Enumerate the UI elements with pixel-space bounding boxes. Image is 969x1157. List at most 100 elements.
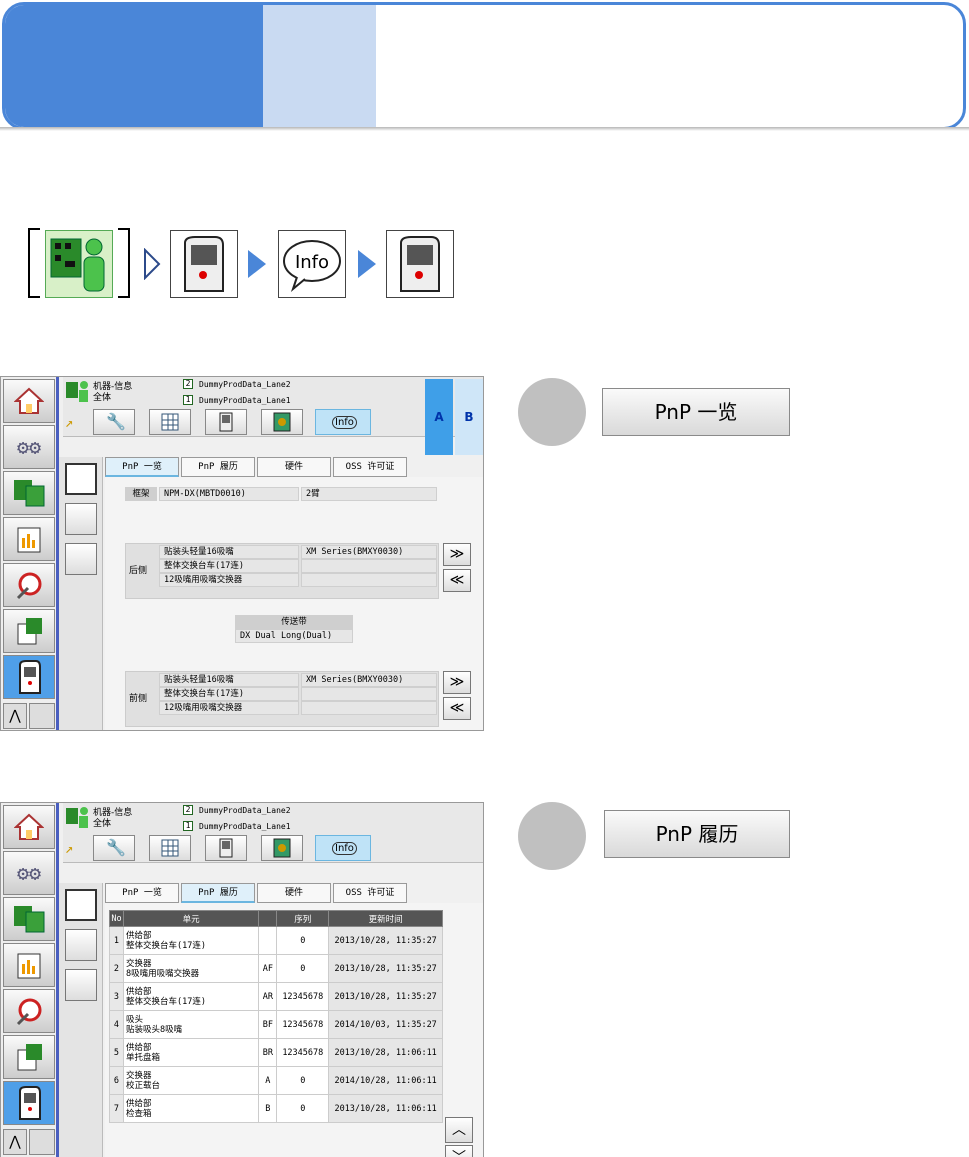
wrench-button[interactable]: 🔧 [93,409,135,435]
report-button[interactable] [3,943,55,987]
gears-button[interactable]: ⚙⚙ [3,851,55,895]
machine-front-button[interactable] [205,409,247,435]
schedule-button[interactable] [3,563,55,607]
lane1-name: DummyProdData_Lane1 [199,396,291,405]
row-unit: 交换器 8吸嘴用吸嘴交换器 [122,954,260,983]
row-unit: 供给部 整体交换台车(17连) [122,982,260,1011]
machine-front-button[interactable] [205,835,247,861]
tab-oss-license[interactable]: OSS 许可证 [333,883,407,903]
table-row[interactable]: 3 供给部 整体交换台车(17连) AR 12345678 2013/10/28, 11:… [109,982,443,1011]
front-row-1-right: XM Series(BMXY0030) [301,673,437,687]
header-banner [2,2,966,130]
table-row[interactable]: 5 供给部 单托盘箱 BR 12345678 2013/10/28, 11:06:11 [109,1038,443,1067]
row-unit: 交换器 校正载台 [122,1066,260,1095]
user-machine-button[interactable] [65,929,97,961]
machine-icon[interactable] [386,230,454,298]
row-time: 2013/10/28, 11:35:27 [328,954,443,983]
step-circle [518,378,586,446]
info-button[interactable]: Info [315,409,371,435]
tab-pnp-history[interactable]: PnP 履历 [181,883,255,903]
boards-button[interactable] [3,471,55,515]
tab-pnp-list[interactable]: PnP 一览 [105,457,179,477]
trend-arrow-icon: ↗ [65,415,74,431]
tab-oss-license[interactable]: OSS 许可证 [333,457,407,477]
row-unit-name: 单托盘箱 [125,1052,160,1063]
user-machine-button[interactable] [65,503,97,535]
report-button[interactable] [3,517,55,561]
row-code [258,926,278,955]
row-no: 3 [109,982,124,1011]
row-code: BR [258,1038,278,1067]
rear-scroll-up-button[interactable]: ≪ [443,569,471,592]
front-scroll-up-button[interactable]: ≪ [443,697,471,720]
production-button[interactable] [3,1035,55,1079]
home-button[interactable] [3,379,55,423]
tab-pnp-list[interactable]: PnP 一览 [105,883,179,903]
bracket-left [28,228,40,298]
lane1-number: 1 [183,821,193,831]
rear-row-1: 贴装头轻量16吸嘴 [159,545,299,559]
collapse-up-button[interactable]: ⋀ [3,1129,27,1155]
table-row[interactable]: 6 交换器 校正载台 A 0 2014/10/28, 11:06:11 [109,1066,443,1095]
row-unit-type: 供给部 [125,986,152,997]
scroll-up-button[interactable]: ︿ [445,1117,473,1143]
sub-sidebar [59,883,103,1157]
boards-button[interactable] [3,897,55,941]
front-label: 前侧 [129,694,148,704]
banner-shadow [0,127,969,131]
side-a-button[interactable]: A [425,379,453,455]
pnp-history-button[interactable]: PnP 履历 [604,810,790,858]
wrench-button[interactable]: 🔧 [93,835,135,861]
row-unit-type: 吸头 [125,1014,143,1025]
conveyor-value: DX Dual Long(Dual) [235,629,353,643]
machine-subview-button[interactable] [65,463,97,495]
schedule-button[interactable] [3,989,55,1033]
info-icon[interactable]: Info [278,230,346,298]
table-row[interactable]: 7 供给部 检查箱 B 0 2013/10/28, 11:06:11 [109,1094,443,1123]
rear-scroll-down-button[interactable]: ≫ [443,543,471,566]
row-no: 1 [109,926,124,955]
row-serial: 12345678 [276,1010,330,1039]
front-row-2-right [301,687,437,701]
machine-scope: 全体 [93,819,112,829]
lane2-number: 2 [183,379,193,389]
row-serial: 12345678 [276,982,330,1011]
conveyor-header: 传送带 [235,615,353,629]
tab-bar: PnP 一览 PnP 履历 硬件 OSS 许可证 [105,883,483,903]
table-row[interactable]: 2 交换器 8吸嘴用吸嘴交换器 AF 0 2013/10/28, 11:35:27 [109,954,443,983]
info-button[interactable]: Info [315,835,371,861]
rear-label: 后侧 [129,566,148,576]
printer-icon[interactable] [29,1129,55,1155]
gears-button[interactable]: ⚙⚙ [3,425,55,469]
home-button[interactable] [3,805,55,849]
table-row[interactable]: 1 供给部 整体交换台车(17连) 0 2013/10/28, 11:35:27 [109,926,443,955]
pnp-list-button[interactable]: PnP 一览 [602,388,790,436]
tab-hardware[interactable]: 硬件 [257,457,331,477]
machine-icon[interactable] [170,230,238,298]
user-data-button[interactable] [65,543,97,575]
grid-button[interactable] [149,409,191,435]
grid-button[interactable] [149,835,191,861]
machine-button[interactable] [3,1081,55,1125]
banner-light-block [263,5,376,127]
machine-info-icon[interactable] [45,230,113,298]
printer-icon[interactable] [29,703,55,729]
row-unit: 吸头 贴装吸头8吸嘴 [122,1010,260,1039]
feeder-button[interactable] [261,835,303,861]
tab-hardware[interactable]: 硬件 [257,883,331,903]
table-row[interactable]: 4 吸头 贴装吸头8吸嘴 BF 12345678 2014/10/03, 11:35:27 [109,1010,443,1039]
info-icon-label: Info [295,252,329,273]
feeder-button[interactable] [261,409,303,435]
collapse-up-button[interactable]: ⋀ [3,703,27,729]
user-data-button[interactable] [65,969,97,1001]
tab-pnp-history[interactable]: PnP 履历 [181,457,255,477]
production-button[interactable] [3,609,55,653]
side-b-button[interactable]: B [455,379,483,455]
front-scroll-down-button[interactable]: ≫ [443,671,471,694]
scroll-down-button[interactable]: ﹀ [445,1145,473,1157]
row-serial: 0 [276,926,330,955]
machine-button[interactable] [3,655,55,699]
machine-subview-button[interactable] [65,889,97,921]
row-time: 2014/10/03, 11:35:27 [328,1010,443,1039]
arrow-outline-icon [144,248,161,280]
